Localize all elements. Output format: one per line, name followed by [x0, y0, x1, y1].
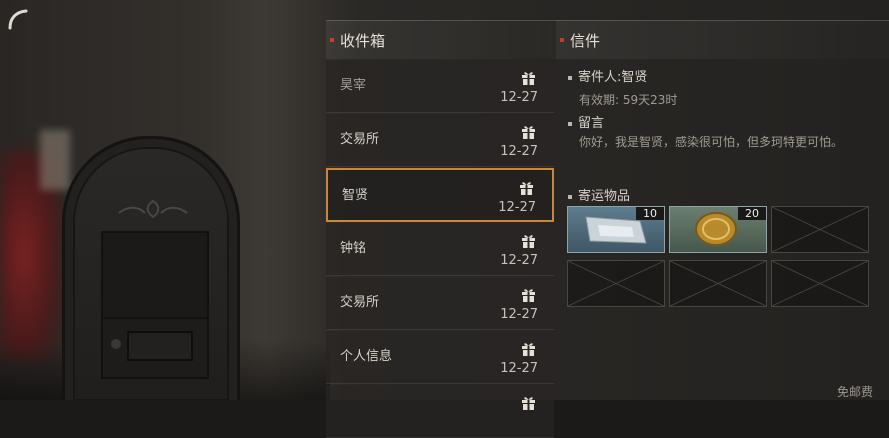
- mailbox-knob: [111, 339, 121, 349]
- mail-date: 12-27: [500, 90, 538, 105]
- bullet-icon: [568, 121, 572, 126]
- header-marker: [560, 38, 564, 42]
- item-slots-grid: 10 20: [567, 206, 871, 308]
- sender-label: 寄件人:智贤: [578, 70, 648, 85]
- gift-icon: [521, 70, 536, 85]
- expiry-text: 有效期: 59天23时: [579, 93, 678, 107]
- mail-sender: 交易所: [340, 132, 380, 147]
- items-row: 寄运物品: [568, 185, 630, 204]
- mail-list: 昊宰 12-27 交易所 12-27 智贤 12-27 钟铭 12-27 交易所 12-27 个人信…: [326, 60, 556, 438]
- mail-item[interactable]: 交易所 12-27: [326, 114, 554, 167]
- gift-icon: [521, 124, 536, 139]
- empty-slot: [669, 260, 767, 307]
- mail-sender: 昊宰: [340, 78, 367, 93]
- empty-slot: [567, 260, 665, 307]
- message-label: 留言: [578, 116, 605, 131]
- mail-item[interactable]: 钟铭 12-27: [326, 223, 554, 276]
- mail-date: 12-27: [500, 307, 538, 322]
- sender-row: 寄件人:智贤: [568, 66, 647, 85]
- empty-slot-cross-icon: [670, 261, 766, 306]
- inbox-header: 收件箱: [326, 20, 556, 59]
- mail-item[interactable]: 智贤 12-27: [326, 168, 554, 222]
- mail-item[interactable]: 昊宰 12-27: [326, 60, 554, 113]
- message-row: 留言: [568, 112, 604, 131]
- gift-icon: [521, 233, 536, 248]
- item-slot[interactable]: 10: [567, 206, 665, 253]
- item-slot[interactable]: 20: [669, 206, 767, 253]
- mailbox-slot: [127, 331, 193, 361]
- mailbox-ornament-icon: [118, 199, 188, 219]
- letter-header: 信件: [556, 20, 889, 59]
- empty-slot: [771, 260, 869, 307]
- pillar-blur: [40, 130, 70, 190]
- empty-slot-cross-icon: [772, 207, 868, 252]
- mail-sender: 个人信息: [340, 349, 393, 364]
- letter-panel: 信件 寄件人:智贤 有效期: 59天23时 留言 你好，我是智贤，感染很可怕，但…: [556, 20, 889, 400]
- mail-item[interactable]: [326, 385, 554, 438]
- message-text: 你好，我是智贤，感染很可怕，但多珂特更可怕。: [579, 135, 844, 149]
- item-quantity: 10: [636, 207, 664, 220]
- mail-date: 12-27: [498, 200, 536, 215]
- mail-date: 12-27: [500, 361, 538, 376]
- shipping-fee-note: 免邮费: [836, 385, 873, 399]
- gift-icon: [521, 341, 536, 356]
- mail-sender: 交易所: [340, 295, 380, 310]
- inbox-panel: 收件箱 昊宰 12-27 交易所 12-27 智贤 12-27 钟铭 12-27 交易所 12-2…: [326, 20, 556, 438]
- mailbox-object: [62, 136, 240, 400]
- inbox-title: 收件箱: [340, 31, 386, 50]
- letter-title: 信件: [570, 31, 601, 50]
- empty-slot-cross-icon: [568, 261, 664, 306]
- back-arc-icon[interactable]: [7, 8, 29, 30]
- header-marker: [330, 38, 334, 42]
- mailbox-upper-panel: [101, 231, 209, 319]
- empty-slot: [771, 206, 869, 253]
- gift-icon: [521, 287, 536, 302]
- mail-item[interactable]: 交易所 12-27: [326, 277, 554, 330]
- mail-date: 12-27: [500, 144, 538, 159]
- gift-icon: [519, 180, 534, 195]
- bullet-icon: [568, 194, 572, 199]
- mail-sender: 钟铭: [340, 241, 367, 256]
- mail-date: 12-27: [500, 253, 538, 268]
- mail-item[interactable]: 个人信息 12-27: [326, 331, 554, 384]
- empty-slot-cross-icon: [772, 261, 868, 306]
- mail-sender: 智贤: [342, 188, 369, 203]
- item-quantity: 20: [738, 207, 766, 220]
- items-label: 寄运物品: [578, 189, 631, 204]
- gift-icon: [521, 395, 536, 410]
- bullet-icon: [568, 75, 572, 80]
